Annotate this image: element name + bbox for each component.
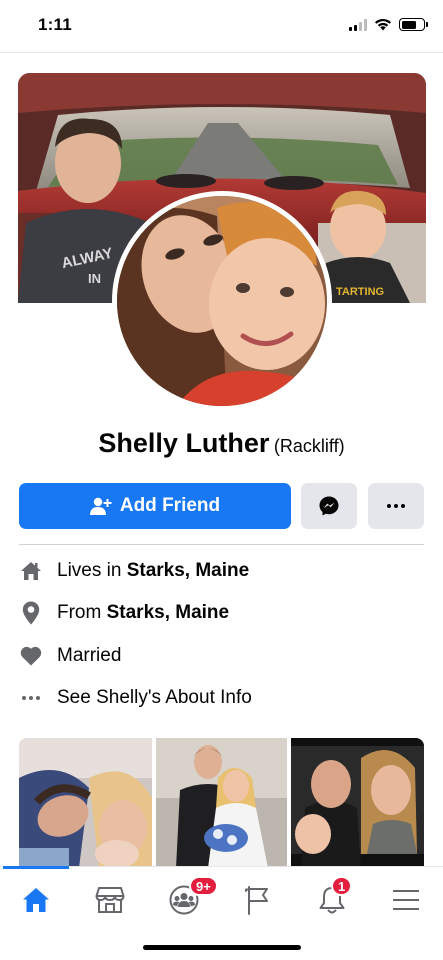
shirt-text-3: TARTING	[336, 286, 384, 298]
nav-pages[interactable]	[233, 877, 283, 923]
location-pin-icon	[19, 601, 43, 625]
info-relationship: Married	[19, 641, 419, 671]
bottom-navigation: 9+ 1	[0, 866, 443, 960]
info-lives-in: Lives in Starks, Maine	[19, 556, 419, 586]
notifications-badge: 1	[331, 876, 353, 896]
more-button[interactable]	[368, 483, 424, 529]
status-icons	[349, 18, 428, 31]
nav-marketplace[interactable]	[85, 877, 135, 923]
status-bar: 1:11	[0, 0, 443, 52]
photo-thumbnail-1[interactable]	[19, 738, 152, 868]
nav-home[interactable]	[11, 877, 61, 923]
flag-icon	[245, 886, 268, 915]
see-about-label: See Shelly's About Info	[57, 687, 252, 708]
from-place[interactable]: Starks, Maine	[107, 602, 230, 623]
add-friend-label: Add Friend	[119, 495, 221, 516]
section-divider	[19, 544, 424, 545]
heart-icon	[19, 644, 43, 668]
add-friend-icon	[89, 497, 112, 515]
status-time: 1:11	[38, 15, 72, 34]
menu-icon	[393, 890, 419, 910]
cellular-signal-icon	[349, 18, 367, 31]
home-icon	[23, 888, 49, 912]
profile-name-row: Shelly Luther (Rackliff)	[0, 428, 443, 459]
wifi-icon	[375, 18, 391, 31]
shirt-text-2: IN	[88, 271, 101, 286]
relationship-status: Married	[57, 645, 122, 666]
info-from: From Starks, Maine	[19, 598, 419, 628]
messenger-icon	[319, 496, 339, 516]
see-about-info[interactable]: See Shelly's About Info	[19, 683, 419, 713]
marketplace-icon	[95, 887, 125, 913]
battery-icon	[399, 18, 428, 31]
nav-menu[interactable]	[381, 877, 431, 923]
home-icon	[19, 559, 43, 583]
lives-in-place[interactable]: Starks, Maine	[127, 560, 250, 581]
more-icon	[387, 504, 405, 508]
lives-in-prefix: Lives in	[57, 560, 127, 581]
groups-badge: 9+	[189, 876, 218, 896]
profile-picture[interactable]	[112, 191, 332, 411]
header-divider	[0, 52, 443, 53]
alternate-name: (Rackliff)	[273, 436, 345, 456]
photo-thumbnail-3[interactable]	[291, 738, 424, 868]
battery-level	[401, 20, 417, 29]
avatar	[117, 196, 327, 406]
more-horizontal-icon	[19, 686, 43, 710]
add-friend-button[interactable]: Add Friend	[19, 483, 291, 529]
active-tab-indicator	[3, 866, 69, 869]
nav-notifications[interactable]: 1	[307, 876, 357, 923]
nav-groups[interactable]: 9+	[159, 876, 218, 923]
profile-name: Shelly Luther	[98, 428, 270, 458]
messenger-button[interactable]	[301, 483, 357, 529]
home-indicator	[143, 945, 301, 950]
photo-thumbnail-2[interactable]	[156, 738, 287, 868]
from-prefix: From	[57, 602, 107, 623]
